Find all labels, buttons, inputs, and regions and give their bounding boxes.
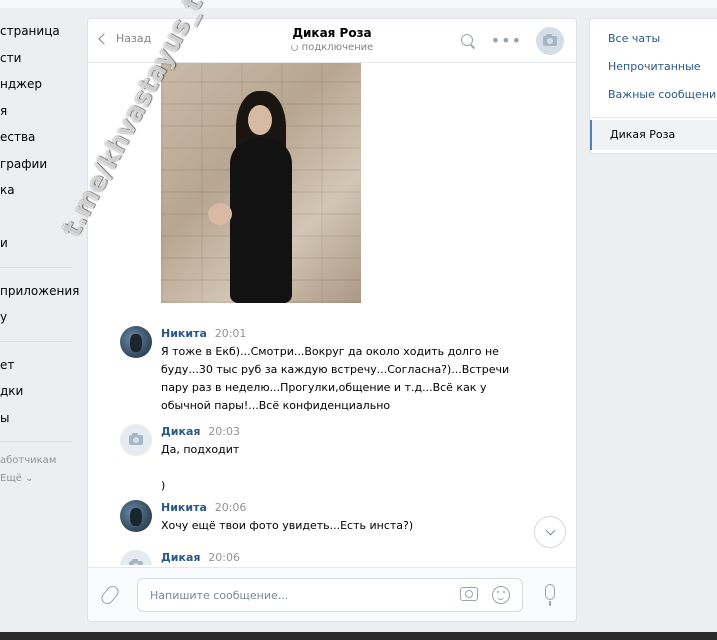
- avatar[interactable]: [120, 500, 152, 532]
- filter-important[interactable]: Важные сообщения: [590, 81, 717, 109]
- message-meta: Дикая 20:06: [161, 550, 521, 565]
- chevron-down-icon: [545, 525, 555, 536]
- microphone-icon[interactable]: [545, 584, 555, 606]
- camera-icon[interactable]: [460, 587, 478, 601]
- message-line: ): [161, 479, 166, 492]
- message-meta: Никита 20:06: [161, 500, 521, 515]
- chevron-down-icon: ⌄: [25, 473, 34, 484]
- scroll-down-button[interactable]: [534, 516, 566, 548]
- nav-divider: [0, 266, 72, 268]
- message-time: 20:03: [208, 425, 240, 438]
- message-text: Хочу ещё твои фото увидеть...Есть инста?…: [161, 517, 521, 535]
- nav-item-music[interactable]: ка: [0, 177, 80, 204]
- camera-icon: [543, 34, 557, 46]
- message-author[interactable]: Никита: [161, 327, 207, 340]
- message-time: 20:01: [214, 327, 247, 340]
- camera-icon: [129, 433, 143, 445]
- avatar[interactable]: [120, 424, 152, 456]
- filter-list: Все чаты Непрочитанные Важные сообщения: [590, 19, 717, 109]
- message-line: обычной пары!...Всё конфиденциально: [161, 399, 391, 412]
- browser-top-strip: [0, 0, 717, 8]
- nav-divider: [0, 441, 72, 442]
- nav-item-video[interactable]: [0, 204, 80, 231]
- message-author[interactable]: Дикая: [161, 425, 200, 438]
- nav-link-more-label: Ещё: [0, 473, 22, 484]
- nav-item-apps[interactable]: приложения: [0, 278, 80, 305]
- message-text: Я тоже в Екб)...Смотри...Вокруг да около…: [161, 343, 521, 415]
- message-line: Да, подходит: [161, 443, 240, 456]
- photo-content: [208, 83, 306, 303]
- photo-hand: [208, 203, 232, 225]
- message-history[interactable]: Никита 20:01 Я тоже в Екб)...Смотри...Во…: [88, 63, 576, 565]
- loading-spinner-icon: [290, 44, 298, 51]
- message-input[interactable]: [138, 579, 448, 611]
- camera-icon: [129, 559, 143, 565]
- message-content: Никита 20:06 Хочу ещё твои фото увидеть.…: [161, 500, 521, 535]
- message-input-wrapper: [137, 578, 523, 612]
- nav-item-photos[interactable]: графии: [0, 151, 80, 178]
- chat-header: Назад Дикая Роза подключение •••: [88, 19, 576, 63]
- message-content: Дикая 20:03 Да, подходит ): [161, 424, 521, 495]
- nav-divider: [0, 340, 72, 342]
- nav-item-news[interactable]: сти: [0, 45, 80, 72]
- photo-face: [248, 105, 272, 135]
- avatar[interactable]: [120, 326, 152, 358]
- paperclip-icon[interactable]: [98, 583, 122, 607]
- nav-item-bookmarks[interactable]: дки: [0, 378, 80, 405]
- filter-unread[interactable]: Непрочитанные: [590, 53, 717, 81]
- message-author[interactable]: Дикая: [161, 551, 200, 564]
- connection-status-text: подключение: [301, 42, 374, 53]
- message-line: Я тоже в Екб)...Смотри...Вокруг да около…: [161, 345, 499, 358]
- message-author[interactable]: Никита: [161, 501, 207, 514]
- nav-item-games[interactable]: и: [0, 230, 80, 257]
- search-icon[interactable]: [459, 32, 477, 50]
- message-content: Никита 20:01 Я тоже в Екб)...Смотри...Во…: [161, 326, 521, 415]
- message-line: [161, 459, 521, 477]
- avatar[interactable]: [120, 550, 152, 565]
- message-time: 20:06: [214, 501, 247, 514]
- left-navigation: страница сти нджер я ества графии ка и п…: [0, 18, 80, 488]
- smile-icon[interactable]: [492, 586, 510, 604]
- message-composer: [88, 567, 576, 621]
- nav-item-messenger[interactable]: нджер: [0, 71, 80, 98]
- photo-attachment[interactable]: [161, 63, 361, 303]
- more-icon[interactable]: •••: [491, 32, 522, 50]
- message-line: пару раз в неделю...Прогулки,общение и т…: [161, 381, 487, 394]
- nav-item-ads[interactable]: ет: [0, 352, 80, 379]
- filter-divider: [590, 117, 717, 118]
- nav-item-work[interactable]: у: [0, 304, 80, 331]
- nav-item-documents[interactable]: ы: [0, 405, 80, 432]
- nav-item-friends[interactable]: я: [0, 98, 80, 125]
- nav-link-developers[interactable]: аботчикам: [0, 452, 80, 470]
- nav-item-communities[interactable]: ества: [0, 124, 80, 151]
- chat-panel: Назад Дикая Роза подключение ••• Никита …: [87, 18, 577, 622]
- nav-link-more[interactable]: Ещё ⌄: [0, 470, 80, 488]
- message-meta: Никита 20:01: [161, 326, 521, 341]
- taskbar-strip: [0, 632, 717, 640]
- message-text: Да, подходит ): [161, 441, 521, 495]
- filter-all-chats[interactable]: Все чаты: [590, 25, 717, 53]
- header-actions: •••: [459, 27, 564, 55]
- message-line: Хочу ещё твои фото увидеть...Есть инста?…: [161, 519, 414, 532]
- chat-avatar[interactable]: [536, 27, 564, 55]
- chat-filters-panel: Все чаты Непрочитанные Важные сообщения …: [589, 18, 717, 154]
- nav-item-my-page[interactable]: страница: [0, 18, 80, 45]
- conversation-item-active[interactable]: Дикая Роза: [590, 120, 717, 150]
- photo-dress: [230, 138, 292, 303]
- message-content: Дикая 20:06: [161, 550, 521, 565]
- message-time: 20:06: [208, 551, 240, 564]
- message-meta: Дикая 20:03: [161, 424, 521, 439]
- message-line: буду...30 тыс руб за каждую встречу...Со…: [161, 363, 510, 376]
